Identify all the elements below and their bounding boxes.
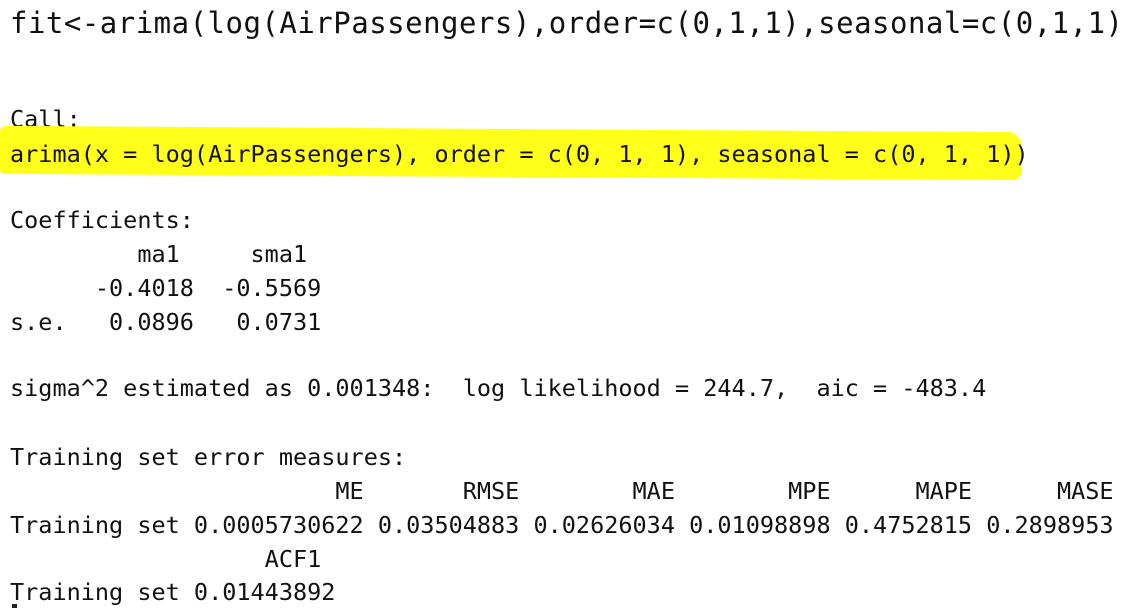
training-error-measures-header: ME RMSE MAE MPE MAPE MASE xyxy=(10,477,1114,505)
highlighted-call-text: arima(x = log(AirPassengers), order = c(… xyxy=(10,140,1029,168)
r-console-output: fit<-arima(log(AirPassengers),order=c(0,… xyxy=(0,0,1124,611)
arima-command-line: fit<-arima(log(AirPassengers),order=c(0,… xyxy=(10,6,1124,40)
acf-values: Training set 0.01443892 xyxy=(10,578,336,606)
training-error-measures-values: Training set 0.0005730622 0.03504883 0.0… xyxy=(10,511,1114,539)
sigma-likelihood-aic-line: sigma^2 estimated as 0.001348: log likel… xyxy=(10,374,987,402)
training-error-measures-label: Training set error measures: xyxy=(10,443,407,471)
coefficients-label: Coefficients: xyxy=(10,206,194,234)
partial-next-line-cursor xyxy=(12,604,17,608)
acf-header: ACF1 xyxy=(10,545,322,573)
coefficients-standard-error: s.e. 0.0896 0.0731 xyxy=(10,308,322,336)
coefficients-values: -0.4018 -0.5569 xyxy=(10,274,322,302)
coefficients-header: ma1 sma1 xyxy=(10,240,308,268)
